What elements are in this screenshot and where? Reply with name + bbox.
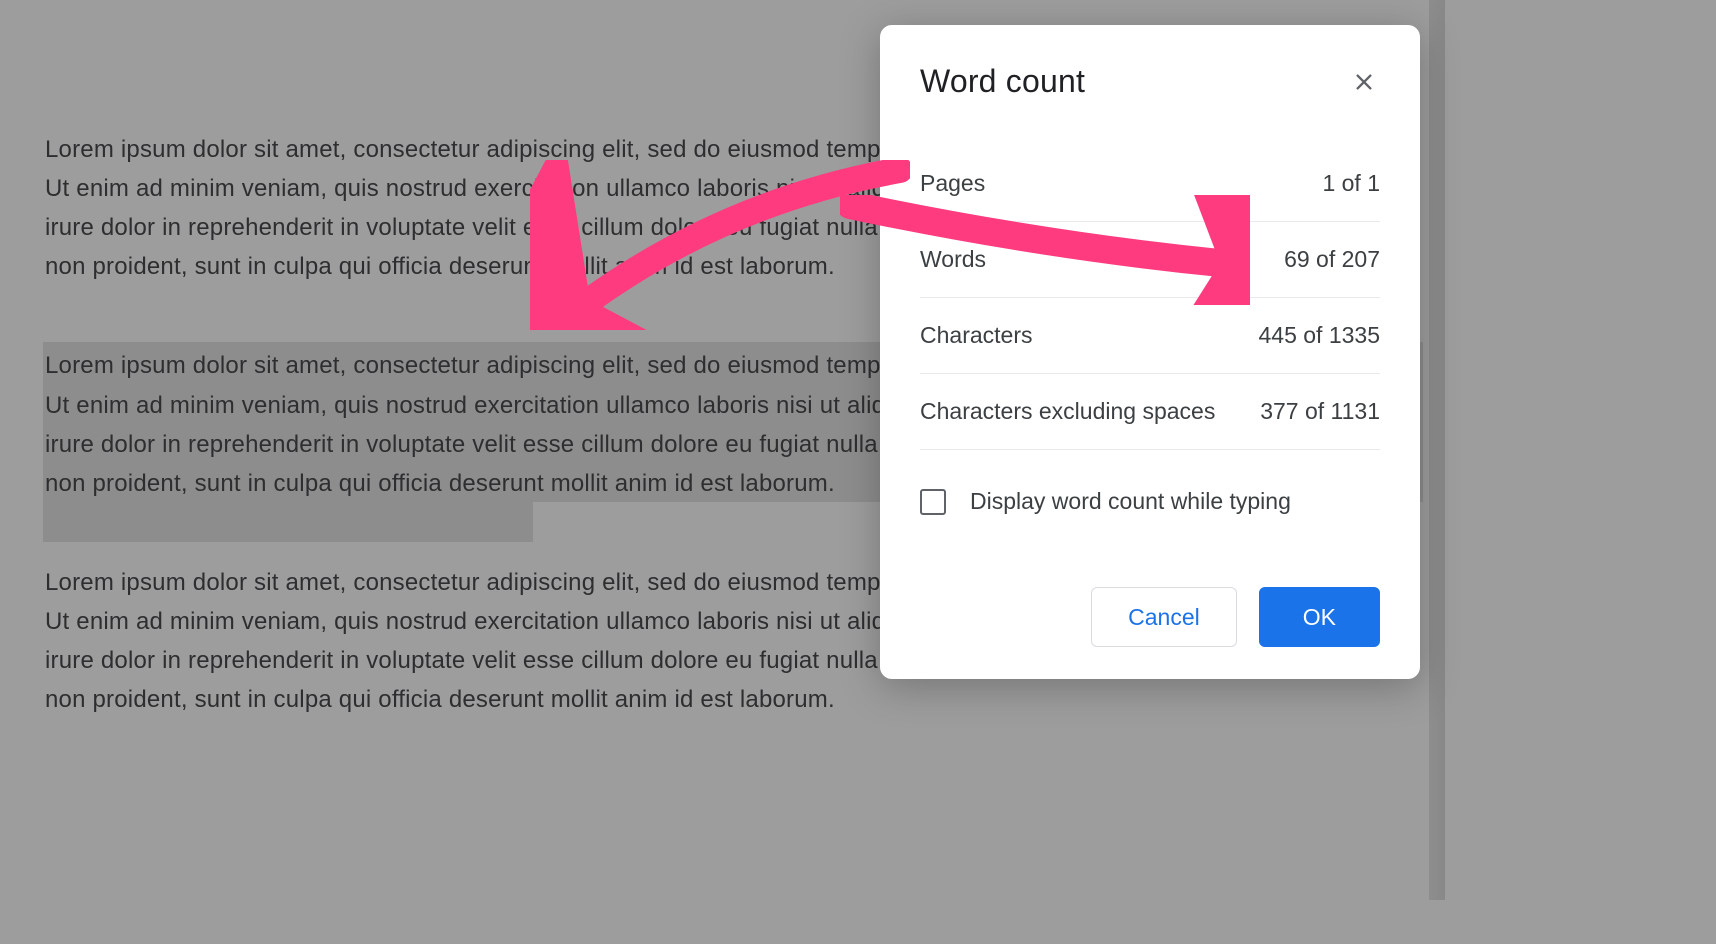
stat-row-characters-no-spaces: Characters excluding spaces 377 of 1131	[920, 374, 1380, 450]
close-button[interactable]	[1348, 66, 1380, 98]
stat-row-words: Words 69 of 207	[920, 222, 1380, 298]
stat-row-pages: Pages 1 of 1	[920, 146, 1380, 222]
display-while-typing-row: Display word count while typing	[920, 488, 1380, 515]
stat-label-characters-no-spaces: Characters excluding spaces	[920, 398, 1215, 425]
stat-label-words: Words	[920, 246, 986, 273]
word-count-dialog: Word count Pages 1 of 1 Words 69 of 207 …	[880, 25, 1420, 679]
dialog-actions: Cancel OK	[920, 587, 1380, 647]
close-icon	[1353, 71, 1375, 93]
display-while-typing-label: Display word count while typing	[970, 488, 1291, 515]
stat-row-characters: Characters 445 of 1335	[920, 298, 1380, 374]
stat-label-characters: Characters	[920, 322, 1032, 349]
ok-button[interactable]: OK	[1259, 587, 1380, 647]
stat-value-characters-no-spaces: 377 of 1131	[1260, 398, 1380, 425]
display-while-typing-checkbox[interactable]	[920, 489, 946, 515]
cancel-button[interactable]: Cancel	[1091, 587, 1237, 647]
modal-backdrop[interactable]	[0, 0, 1716, 944]
stat-value-characters: 445 of 1335	[1258, 322, 1380, 349]
dialog-title: Word count	[920, 63, 1085, 100]
stat-value-pages: 1 of 1	[1322, 170, 1380, 197]
dialog-header: Word count	[920, 63, 1380, 100]
stat-label-pages: Pages	[920, 170, 985, 197]
stat-value-words: 69 of 207	[1284, 246, 1380, 273]
